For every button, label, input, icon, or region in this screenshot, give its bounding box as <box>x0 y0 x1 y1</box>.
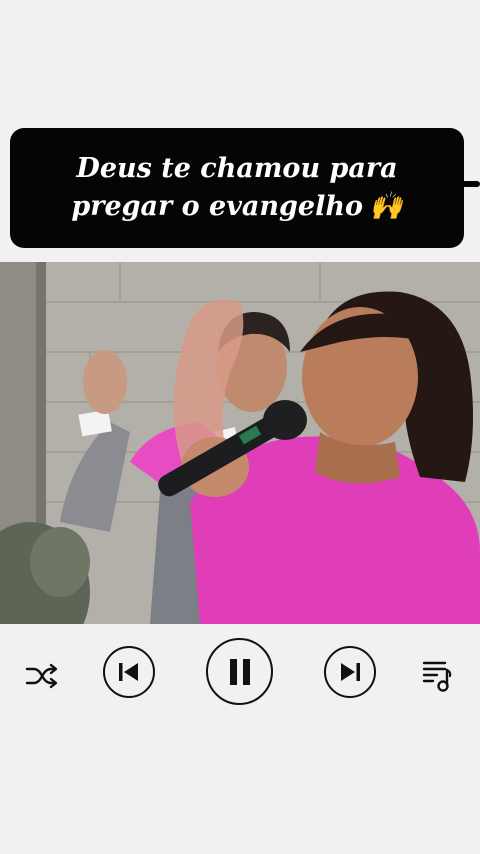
caption-line-2-text: pregar o evangelho <box>71 191 363 222</box>
raising-hands-emoji: 🙌 <box>369 191 403 222</box>
next-icon <box>341 663 360 681</box>
shuffle-button[interactable] <box>22 658 62 694</box>
caption-line-2: pregar o evangelho 🙌 <box>37 188 437 226</box>
video-illustration <box>0 262 480 624</box>
previous-button[interactable] <box>103 646 155 698</box>
playlist-icon <box>422 661 452 692</box>
caption-line-1: Deus te chamou para <box>76 153 398 184</box>
shuffle-icon <box>25 663 58 689</box>
next-button[interactable] <box>324 646 376 698</box>
pause-icon <box>229 658 250 685</box>
previous-icon <box>119 663 138 681</box>
caption-text: Deus te chamou para pregar o evangelho 🙌 <box>37 150 437 226</box>
video-frame[interactable] <box>0 262 480 624</box>
caption-box: Deus te chamou para pregar o evangelho 🙌 <box>10 128 464 248</box>
pause-button[interactable] <box>206 638 273 705</box>
player-controls <box>0 630 480 720</box>
caption-tail <box>462 181 480 187</box>
playlist-button[interactable] <box>418 656 456 694</box>
